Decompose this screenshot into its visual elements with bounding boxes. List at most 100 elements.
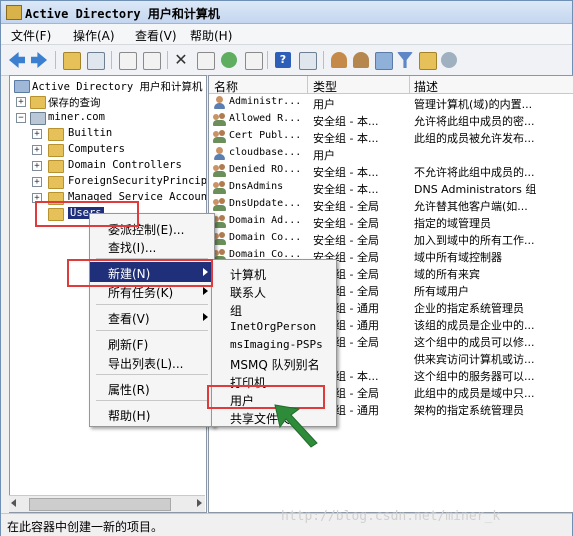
- show-tree-icon[interactable]: [87, 52, 105, 70]
- aduc-window: Active Directory 用户和计算机 文件(F) 操作(A) 查看(V…: [0, 0, 573, 536]
- tree-item-label: Domain Controllers: [68, 159, 182, 171]
- scroll-right-icon[interactable]: [197, 499, 202, 507]
- list-cell-type: 安全组 - 本...: [313, 166, 379, 179]
- submenu-item-computer[interactable]: 计算机: [212, 263, 336, 283]
- submenu-arrow-icon: [203, 287, 208, 295]
- menu-action[interactable]: 操作(A): [73, 27, 115, 44]
- expand-icon[interactable]: +: [16, 97, 26, 107]
- menu-item-refresh[interactable]: 刷新(F): [90, 333, 214, 353]
- submenu-item-msmq-queue-alias[interactable]: MSMQ 队列别名: [212, 353, 336, 373]
- column-header-type[interactable]: 类型: [313, 78, 337, 95]
- new-user-icon[interactable]: [331, 52, 347, 68]
- list-header: 名称 类型 描述: [209, 76, 573, 94]
- new-ou-icon[interactable]: [375, 52, 393, 70]
- expand-icon[interactable]: +: [32, 161, 42, 171]
- tree-item-label: Builtin: [68, 127, 113, 139]
- help-icon[interactable]: ?: [275, 52, 291, 68]
- list-row[interactable]: Cert Publ... 安全组 - 本... 此组的成员被允许发布...: [209, 128, 573, 145]
- column-header-name[interactable]: 名称: [214, 78, 238, 95]
- submenu-item-group[interactable]: 组: [212, 299, 336, 319]
- list-row[interactable]: Administr... 用户 管理计算机(域)的内置...: [209, 94, 573, 111]
- list-cell-name: Allowed R...: [229, 113, 302, 124]
- list-cell-name: Domain Ad...: [229, 215, 302, 226]
- title-bar: Active Directory 用户和计算机: [1, 1, 572, 24]
- menu-item-view[interactable]: 查看(V): [90, 307, 214, 327]
- list-row[interactable]: Denied RO... 安全组 - 本... 不允许将此组中成员的...: [209, 162, 573, 179]
- menu-item-export-list[interactable]: 导出列表(L)...: [90, 352, 214, 372]
- folder-icon: [48, 128, 64, 141]
- properties-icon[interactable]: [197, 52, 215, 70]
- paste-icon[interactable]: [143, 52, 161, 70]
- folder-icon: [30, 96, 46, 109]
- menu-item-find[interactable]: 查找(I)...: [90, 236, 214, 256]
- menu-separator: [96, 374, 208, 375]
- scroll-thumb[interactable]: [29, 498, 171, 511]
- expand-icon[interactable]: +: [32, 177, 42, 187]
- aduc-icon: [14, 80, 30, 93]
- domain-icon: [30, 112, 46, 125]
- list-cell-type: 安全组 - 全局: [313, 217, 379, 230]
- list-cell-description: 此组中的成员是域中只...: [414, 387, 535, 400]
- collapse-icon[interactable]: −: [16, 113, 26, 123]
- menu-item-help[interactable]: 帮助(H): [90, 404, 214, 424]
- context-menu: 委派控制(E)... 查找(I)... 新建(N) 所有任务(K) 查看(V) …: [89, 213, 215, 427]
- list-cell-type: 用户: [313, 149, 335, 162]
- list-row[interactable]: Allowed R... 安全组 - 本... 允许将此组中成员的密...: [209, 111, 573, 128]
- group-icon: [213, 198, 226, 211]
- list-cell-description: 指定的域管理员: [414, 217, 491, 230]
- list-row[interactable]: Domain Co... 安全组 - 全局 加入到域中的所有工作...: [209, 230, 573, 247]
- export-icon[interactable]: [245, 52, 263, 70]
- column-divider[interactable]: [307, 76, 308, 93]
- menu-separator: [96, 400, 208, 401]
- list-cell-description: 不允许将此组中成员的...: [414, 166, 535, 179]
- copy-icon[interactable]: [119, 52, 137, 70]
- submenu-item-contact[interactable]: 联系人: [212, 281, 336, 301]
- list-row[interactable]: DnsAdmins 安全组 - 本... DNS Administrators 组: [209, 179, 573, 196]
- list-row[interactable]: Domain Ad... 安全组 - 全局 指定的域管理员: [209, 213, 573, 230]
- scroll-left-icon[interactable]: [11, 499, 16, 507]
- group-icon: [213, 181, 226, 194]
- toolbar-separator: [167, 51, 168, 69]
- column-header-description[interactable]: 描述: [414, 78, 438, 95]
- back-icon[interactable]: [9, 52, 25, 68]
- toolbar-separator: [267, 51, 268, 69]
- up-folder-icon[interactable]: [63, 52, 81, 70]
- menu-help[interactable]: 帮助(H): [190, 27, 232, 44]
- refresh-icon[interactable]: [221, 52, 237, 68]
- menu-view[interactable]: 查看(V): [135, 27, 177, 44]
- list-cell-description: 域的所有来宾: [414, 268, 480, 281]
- group-icon: [213, 130, 226, 143]
- list-cell-description: 允许替其他客户端(如...: [414, 200, 528, 213]
- list-cell-description: 供来宾访问计算机或访...: [414, 353, 535, 366]
- list-cell-name: Cert Publ...: [229, 130, 302, 141]
- list-row[interactable]: cloudbase... 用户: [209, 145, 573, 162]
- folder-icon: [48, 144, 64, 157]
- window-title: Active Directory 用户和计算机: [25, 7, 220, 21]
- menu-bar: 文件(F) 操作(A) 查看(V) 帮助(H): [1, 24, 572, 45]
- add-to-group-icon[interactable]: [441, 52, 457, 68]
- list-cell-description: 所有域用户: [414, 285, 469, 298]
- list-row[interactable]: DnsUpdate... 安全组 - 全局 允许替其他客户端(如...: [209, 196, 573, 213]
- folder-icon: [48, 160, 64, 173]
- column-divider[interactable]: [409, 76, 410, 93]
- expand-icon[interactable]: +: [32, 145, 42, 155]
- console-icon[interactable]: [299, 52, 317, 70]
- list-cell-description: 此组的成员被允许发布...: [414, 132, 535, 145]
- delete-icon[interactable]: ✕: [173, 52, 189, 68]
- list-cell-type: 安全组 - 本...: [313, 132, 379, 145]
- toolbar: ✕ ?: [1, 45, 572, 76]
- list-cell-name: Administr...: [229, 96, 302, 107]
- tree-horizontal-scrollbar[interactable]: [9, 495, 205, 512]
- submenu-item-msimaging-psps[interactable]: msImaging-PSPs: [212, 335, 336, 355]
- filter-icon[interactable]: [397, 52, 413, 68]
- aduc-app-icon: [6, 5, 22, 20]
- folder-icon: [48, 176, 64, 189]
- new-group-icon[interactable]: [353, 52, 369, 68]
- menu-file[interactable]: 文件(F): [11, 27, 51, 44]
- find-icon[interactable]: [419, 52, 437, 70]
- expand-icon[interactable]: +: [32, 129, 42, 139]
- forward-icon[interactable]: [31, 52, 47, 68]
- menu-item-properties[interactable]: 属性(R): [90, 378, 214, 398]
- tree-root-label: Active Directory 用户和计算机: [32, 81, 203, 93]
- submenu-item-inetorgperson[interactable]: InetOrgPerson: [212, 317, 336, 337]
